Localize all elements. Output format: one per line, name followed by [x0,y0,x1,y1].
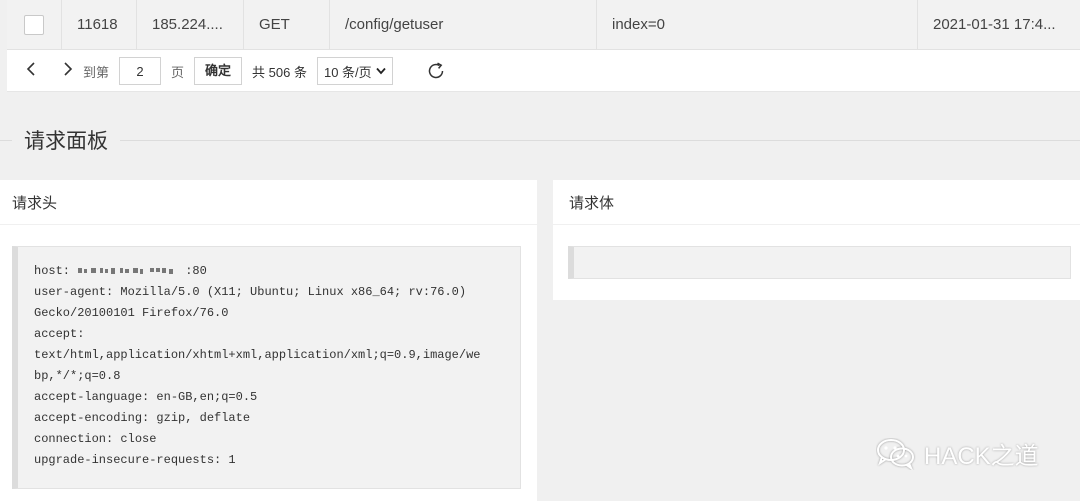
refresh-icon [428,62,443,79]
page-size-value: 10 条/页 [323,64,372,80]
request-header-title: 请求头 [0,180,537,225]
confirm-button[interactable]: 确定 [194,57,243,85]
request-list-table: 11618 185.224.... GET /config/getuser in… [7,0,1080,92]
total-count: 共 506 条 [252,64,307,80]
header-line: accept-language: en-GB,en;q=0.5 [34,390,258,404]
request-header-panel: 请求头 host: :80 user-agent: Mozilla/5.0 (X… [0,180,537,501]
chevron-down-icon [375,67,386,75]
pagination: 到第 页 确定 共 506 条 10 条/页 [7,50,1080,92]
watermark-text: HACK之道 [924,443,1039,470]
wechat-icon [877,438,914,470]
page-unit-label: 页 [171,64,185,80]
watermark: HACK之道 [876,436,1039,471]
request-body-content[interactable] [568,246,1071,279]
cell-path: /config/getuser [330,0,597,50]
cell-time: 2021-01-31 17:4... [933,16,1056,33]
request-body-panel: 请求体 [553,180,1080,300]
header-line-host: host: :80 [34,261,504,282]
chevron-right-icon [64,62,73,76]
header-line: connection: close [34,432,157,446]
page-number-input[interactable] [119,57,162,85]
request-panel-heading: 请求面板 [0,118,1080,162]
cell-method: GET [244,0,330,50]
heading-divider [120,139,1080,141]
redacted-host-mosaic [78,267,174,274]
heading-divider [0,139,12,141]
header-line: bp,*/*;q=0.8 [34,369,121,383]
chevron-left-icon [26,62,35,76]
section-title: 请求面板 [24,130,108,153]
table-row[interactable]: 11618 185.224.... GET /config/getuser in… [7,0,1080,50]
refresh-button[interactable] [425,60,447,82]
header-line: accept-encoding: gzip, deflate [34,411,251,425]
header-line: accept: [34,327,85,341]
cell-id: 11618 [62,0,137,50]
header-line: upgrade-insecure-requests: 1 [34,453,236,467]
page-size-select[interactable]: 10 条/页 [316,57,393,85]
next-page-button[interactable] [57,62,77,80]
host-port: :80 [185,264,207,278]
cell-query: index=0 [597,0,918,50]
header-line: Gecko/20100101 Firefox/76.0 [34,306,229,320]
row-checkbox-cell [7,0,62,50]
header-line: text/html,application/xhtml+xml,applicat… [34,348,481,362]
cell-ip: 185.224.... [137,0,244,50]
host-key: host: [34,264,78,278]
row-checkbox[interactable] [24,14,44,35]
header-line: user-agent: Mozilla/5.0 (X11; Ubuntu; Li… [34,285,467,299]
goto-label: 到第 [83,64,110,80]
prev-page-button[interactable] [22,62,42,80]
request-header-content[interactable]: host: :80 user-agent: Mozilla/5.0 (X11; … [12,246,521,489]
request-body-title: 请求体 [553,180,1080,225]
